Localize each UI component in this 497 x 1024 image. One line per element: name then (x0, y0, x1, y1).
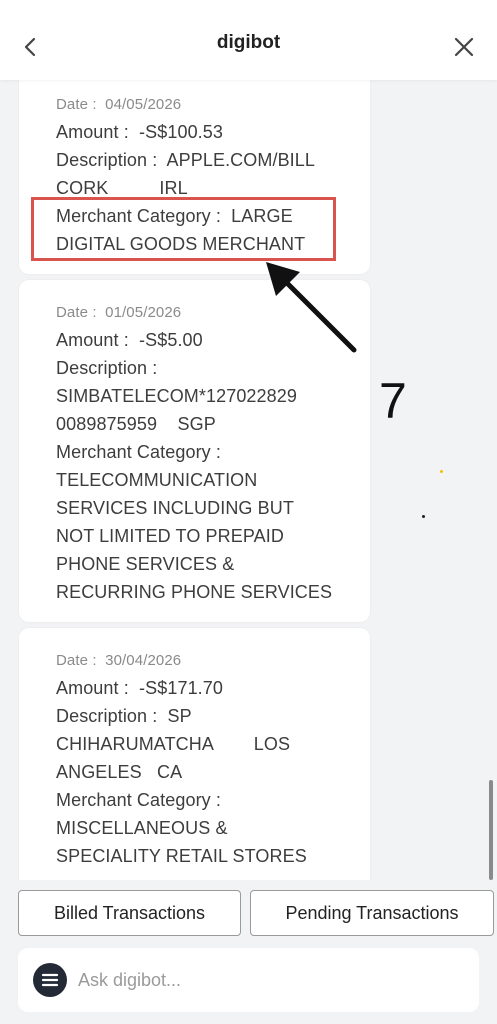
transaction-description: Description : APPLE.COM/BILL (56, 150, 316, 170)
pending-transactions-button[interactable]: Pending Transactions (250, 890, 494, 936)
ask-bar (18, 948, 479, 1012)
transaction-description: CHIHARUMATCHA LOS (56, 734, 291, 754)
footer-panel: Billed Transactions Pending Transactions (0, 880, 497, 1024)
stray-dot (422, 515, 425, 518)
scrollbar[interactable] (489, 780, 493, 880)
transaction-date: Date : 01/05/2026 (56, 304, 182, 321)
transaction-card: Date : 30/04/2026 Amount : -S$171.70 Des… (19, 628, 370, 880)
merchant-category: PHONE SERVICES & (56, 554, 235, 574)
transaction-description: CORK IRL (56, 178, 188, 198)
header-bar: digibot (0, 0, 497, 80)
merchant-category: TELECOMMUNICATION (56, 470, 258, 490)
transaction-description: Description : (56, 358, 158, 378)
highlight-box (31, 197, 336, 261)
arrow-icon (266, 262, 357, 353)
menu-icon (41, 973, 59, 987)
merchant-category: Merchant Category : (56, 790, 221, 810)
merchant-category: MISCELLANEOUS & (56, 818, 228, 838)
transaction-amount: Amount : -S$100.53 (56, 122, 224, 142)
page-title: digibot (216, 32, 281, 53)
merchant-category: SERVICES INCLUDING BUT (56, 498, 294, 518)
annotation-number: 7 (379, 373, 407, 429)
close-button[interactable] (451, 34, 477, 60)
merchant-category: Merchant Category : (56, 442, 221, 462)
transaction-date: Date : 30/04/2026 (56, 652, 182, 669)
stray-dot (440, 470, 443, 473)
transaction-description: SIMBATELECOM*127022829 (56, 386, 297, 406)
merchant-category: RECURRING PHONE SERVICES (56, 582, 333, 602)
merchant-category: SPECIALITY RETAIL STORES (56, 846, 307, 866)
transaction-amount: Amount : -S$5.00 (56, 330, 203, 350)
menu-button[interactable] (33, 963, 67, 997)
ask-input[interactable] (78, 962, 458, 998)
billed-transactions-button[interactable]: Billed Transactions (18, 890, 241, 936)
transaction-description: ANGELES CA (56, 762, 183, 782)
transaction-description: Description : SP (56, 706, 192, 726)
transaction-date: Date : 04/05/2026 (56, 96, 182, 113)
transaction-description: 0089875959 SGP (56, 414, 216, 434)
merchant-category: NOT LIMITED TO PREPAID (56, 526, 284, 546)
transaction-amount: Amount : -S$171.70 (56, 678, 224, 698)
close-icon (454, 37, 474, 57)
